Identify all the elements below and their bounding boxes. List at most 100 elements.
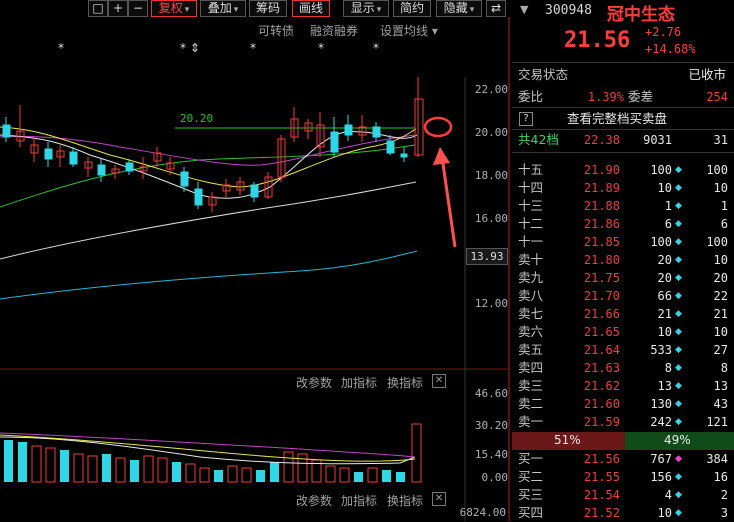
ask-row[interactable]: 十四 21.89 10 10 ◆ <box>512 179 734 197</box>
simple-mode-button[interactable]: 简约 <box>393 0 431 17</box>
bid-row[interactable]: 买四 21.52 10 3 ◆ <box>512 504 734 522</box>
event-marker[interactable]: * <box>373 41 379 55</box>
add-indicator-link[interactable]: 加指标 <box>341 374 377 391</box>
divider <box>512 62 734 63</box>
annotation-price-label: 20.20 <box>180 112 214 125</box>
level-price: 21.54 <box>583 488 620 502</box>
level-volume: 100 <box>650 235 672 249</box>
ask-row[interactable]: 卖十 21.80 20 10 ◆ <box>512 251 734 269</box>
list-toggle-icon[interactable]: ▼ <box>520 3 528 16</box>
overlay-dropdown[interactable]: 叠加 <box>200 0 246 17</box>
ask-row[interactable]: 十三 21.88 1 1 ◆ <box>512 197 734 215</box>
change-params-link[interactable]: 改参数 <box>296 492 332 509</box>
draw-line-button[interactable]: 画线 <box>292 0 330 17</box>
bid-row[interactable]: 买二 21.55 156 16 ◆ <box>512 468 734 486</box>
add-indicator-link[interactable]: 加指标 <box>341 492 377 509</box>
status-label: 交易状态 <box>518 67 569 82</box>
ask-row[interactable]: 卖五 21.64 533 27 ◆ <box>512 341 734 359</box>
total-levels-count: 31 <box>713 133 728 147</box>
level-label: 十四 <box>518 180 544 195</box>
buy-sell-ratio-bar: 51% 49% <box>512 432 734 450</box>
level-price: 21.80 <box>583 253 620 267</box>
chips-button[interactable]: 筹码 <box>249 0 287 17</box>
level-label: 卖十 <box>518 252 544 267</box>
display-dropdown[interactable]: 显示 <box>343 0 389 17</box>
volume-axis-label: 30.20 <box>474 419 508 432</box>
level-label: 买三 <box>518 487 544 502</box>
ma-settings-link[interactable]: 设置均线 ▾ <box>380 22 438 39</box>
current-price-tag: 13.93 <box>466 248 508 265</box>
fuquan-label: 复权 <box>158 1 183 15</box>
event-marker[interactable]: * <box>58 41 64 55</box>
volume-bar <box>227 465 238 483</box>
bid-row[interactable]: 买三 21.54 4 2 ◆ <box>512 486 734 504</box>
level-volume: 767 <box>650 452 672 466</box>
level-change: 100 <box>706 235 728 249</box>
volume-axis-label: 15.40 <box>474 448 508 461</box>
volume-bar <box>283 451 294 483</box>
change-params-link[interactable]: 改参数 <box>296 374 332 391</box>
kline-chart-area[interactable]: 可转债 融资融券 设置均线 ▾ * * ⇕ * * * 20.20 22.00 … <box>0 17 510 521</box>
ask-row[interactable]: 卖九 21.75 20 20 ◆ <box>512 269 734 287</box>
event-marker[interactable]: * ⇕ <box>180 41 200 55</box>
level-price: 21.55 <box>583 470 620 484</box>
event-marker[interactable]: * <box>250 41 256 55</box>
event-marker[interactable]: * <box>318 41 324 55</box>
change-marker-icon: ◆ <box>675 237 682 247</box>
kline-svg[interactable] <box>0 17 510 521</box>
switch-icon[interactable]: ⇄ <box>486 0 506 17</box>
bid-row[interactable]: 买一 21.56 767 384 ◆ <box>512 450 734 468</box>
volume-bar <box>214 470 223 482</box>
help-icon: ? <box>519 112 533 126</box>
ask-row[interactable]: 十五 21.90 100 100 ◆ <box>512 161 734 179</box>
volume-bar <box>60 450 69 482</box>
level-price: 21.63 <box>583 361 620 375</box>
fuquan-dropdown[interactable]: 复权 <box>151 0 197 17</box>
volume-axis-label: 46.60 <box>474 387 508 400</box>
ask-row[interactable]: 卖八 21.70 66 22 ◆ <box>512 287 734 305</box>
ask-row[interactable]: 十一 21.85 100 100 ◆ <box>512 233 734 251</box>
level-change: 21 <box>713 307 728 321</box>
highlight-circle <box>423 116 453 138</box>
ask-row[interactable]: 卖二 21.60 130 43 ◆ <box>512 395 734 413</box>
ask-row[interactable]: 十二 21.86 6 6 ◆ <box>512 215 734 233</box>
display-label: 显示 <box>350 1 375 15</box>
level-volume: 13 <box>657 379 672 393</box>
volume-bar <box>157 457 168 483</box>
switch-indicator-link[interactable]: 换指标 <box>387 492 423 509</box>
volume-bar <box>199 467 210 483</box>
change-marker-icon: ◆ <box>675 508 682 518</box>
close-icon[interactable]: ✕ <box>432 374 446 388</box>
level-label: 卖三 <box>518 378 544 393</box>
level-price: 21.56 <box>583 452 620 466</box>
divider <box>512 107 734 108</box>
change-marker-icon: ◆ <box>675 472 682 482</box>
level-label: 卖八 <box>518 288 544 303</box>
switch-indicator-link[interactable]: 换指标 <box>387 374 423 391</box>
close-icon[interactable]: ✕ <box>432 492 446 506</box>
convertible-bond-link[interactable]: 可转债 <box>258 22 294 39</box>
level-label: 卖五 <box>518 342 544 357</box>
change-marker-icon: ◆ <box>675 309 682 319</box>
window-restore-button[interactable]: □ <box>88 0 108 17</box>
level-volume: 156 <box>650 470 672 484</box>
ask-row[interactable]: 卖四 21.63 8 8 ◆ <box>512 359 734 377</box>
ask-row[interactable]: 卖七 21.66 21 21 ◆ <box>512 305 734 323</box>
level-volume: 10 <box>657 325 672 339</box>
ask-row[interactable]: 卖三 21.62 13 13 ◆ <box>512 377 734 395</box>
ask-row[interactable]: 卖六 21.65 10 10 ◆ <box>512 323 734 341</box>
level-price: 21.62 <box>583 379 620 393</box>
price-axis-label: 22.00 <box>474 83 508 96</box>
level-change: 121 <box>706 415 728 429</box>
margin-trading-link[interactable]: 融资融券 <box>310 22 358 39</box>
change-marker-icon: ◆ <box>675 381 682 391</box>
level-volume: 10 <box>657 181 672 195</box>
hide-dropdown[interactable]: 隐藏 <box>436 0 482 17</box>
zoom-in-button[interactable]: + <box>108 0 128 17</box>
ask-row[interactable]: 卖一 21.59 242 121 ◆ <box>512 413 734 431</box>
full-book-button[interactable]: ? 查看完整档买卖盘 <box>512 110 734 128</box>
change-marker-icon: ◆ <box>675 454 682 464</box>
volume-bar <box>256 470 265 482</box>
buy-pct: 51% <box>554 433 581 447</box>
zoom-out-button[interactable]: − <box>128 0 148 17</box>
